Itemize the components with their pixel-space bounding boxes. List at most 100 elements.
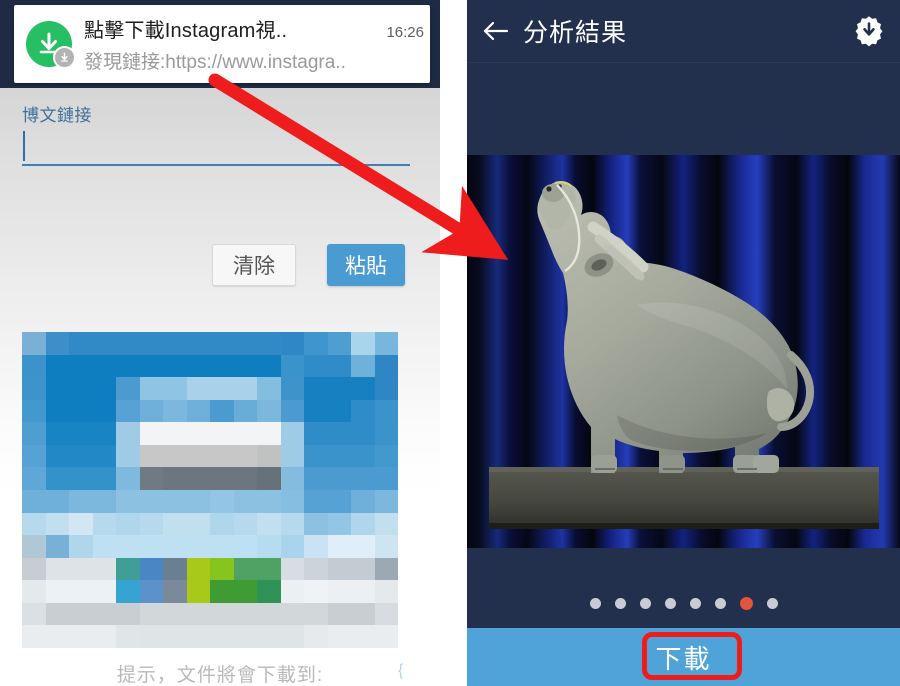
download-button[interactable]: 下載 [635,637,731,678]
thumbnail-pixel [22,377,46,400]
thumbnail-pixel [116,580,140,603]
thumbnail-pixel [210,444,234,468]
thumbnail-pixel [163,332,187,355]
pagination-dot[interactable] [614,597,626,609]
pagination-dot[interactable] [689,597,701,609]
pagination-dot[interactable] [664,597,676,609]
thumbnail-pixel [351,557,375,581]
pagination-dot-active[interactable] [739,596,753,610]
thumbnail-pixel [45,332,69,355]
thumbnail-pixel [374,580,398,603]
thumbnail-pixel [280,332,304,355]
thumbnail-pixel [327,467,351,490]
thumbnail-pixel [257,467,281,490]
thumbnail-pixel [351,399,375,423]
thumbnail-pixel [92,354,116,378]
thumbnail-pixel [22,580,46,603]
thumbnail-pixel [374,557,398,581]
thumbnail-pixel [45,467,69,490]
thumbnail-pixel [92,444,116,468]
thumbnail-pixel [304,399,328,423]
thumbnail-pixel [304,444,328,468]
notification-text: 點擊下載Instagram視.. 16:26 發現鏈接:https://www.… [84,14,430,74]
thumbnail-pixel [257,354,281,378]
thumbnail-pixel [92,489,116,513]
post-link-input[interactable] [22,126,410,166]
thumbnail-pixel [116,354,140,378]
thumbnail-pixel [327,399,351,423]
thumbnail-pixel [351,467,375,490]
paste-button[interactable]: 粘貼 [327,244,405,286]
thumbnail-pixel [233,332,257,355]
thumbnail-pixel [233,602,257,626]
download-bar[interactable]: 下載 [467,628,900,686]
thumbnail-pixel [186,422,210,445]
thumbnail-pixel [374,377,398,400]
thumbnail-pixel [210,399,234,423]
thumbnail-pixel [92,625,116,648]
thumbnail-pixel [280,467,304,490]
thumbnail-pixel [22,625,46,648]
post-link-label: 博文鏈接 [22,106,92,125]
thumbnail-pixel [22,535,46,558]
thumbnail-pixel [69,580,93,603]
thumbnail-pixel [22,444,46,468]
thumbnail-pixel [280,489,304,513]
thumbnail-pixel [327,444,351,468]
thumbnail-pixel [92,467,116,490]
thumbnail-pixel [374,444,398,468]
thumbnail-pixel [304,377,328,400]
thumbnail-pixel [280,399,304,423]
thumbnail-pixel [116,557,140,581]
notification-subtitle: 發現鏈接:https://www.instagra.. [84,52,346,73]
thumbnail-pixel [92,399,116,423]
hint-trailing-glyph: { [398,662,404,679]
notification-title-row: 點擊下載Instagram視.. 16:26 [84,14,424,43]
thumbnail-pixel [186,332,210,355]
pagination-dot[interactable] [766,597,778,609]
thumbnail-pixel [280,354,304,378]
thumbnail-pixel [233,467,257,490]
pagination-dot[interactable] [589,597,601,609]
thumbnail-pixel [186,535,210,558]
thumbnail-pixel [163,625,187,648]
thumbnail-pixel [139,422,163,445]
clear-button[interactable]: 清除 [212,244,296,286]
thumbnail-pixel [69,557,93,581]
thumbnail-pixel [257,580,281,603]
thumbnail-pixel [163,377,187,400]
pagination-dot[interactable] [714,597,726,609]
thumbnail-pixel [304,422,328,445]
analysis-header: 分析結果 [467,0,900,62]
thumbnail-pixel [374,332,398,355]
back-arrow-icon[interactable] [467,0,523,62]
thumbnail-pixel [233,422,257,445]
thumbnail-pixel [186,377,210,400]
thumbnail-pixel [69,377,93,400]
thumbnail-pixel [69,625,93,648]
result-photo[interactable] [467,155,900,548]
thumbnail-pixel [163,512,187,536]
download-settings-icon[interactable] [838,0,900,62]
thumbnail-pixel [45,422,69,445]
thumbnail-pixel [210,489,234,513]
thumbnail-pixel [186,625,210,648]
thumbnail-pixel [233,512,257,536]
thumbnail-pixel [257,602,281,626]
notification-card[interactable]: 點擊下載Instagram視.. 16:26 發現鏈接:https://www.… [14,5,430,83]
thumbnail-pixel [304,332,328,355]
thumbnail-pixel [327,580,351,603]
thumbnail-pixel [327,332,351,355]
thumbnail-pixel [280,444,304,468]
thumbnail-pixel [22,602,46,626]
thumbnail-pixel [139,399,163,423]
thumbnail-pixel [257,399,281,423]
thumbnail-pixel [116,625,140,648]
thumbnail-pixel [233,557,257,581]
thumbnail-pixel [327,512,351,536]
pagination-dot[interactable] [639,597,651,609]
thumbnail-pixel [163,399,187,423]
thumbnail-pixel [45,377,69,400]
thumbnail-pixel [139,580,163,603]
thumbnail-pixel [139,602,163,626]
